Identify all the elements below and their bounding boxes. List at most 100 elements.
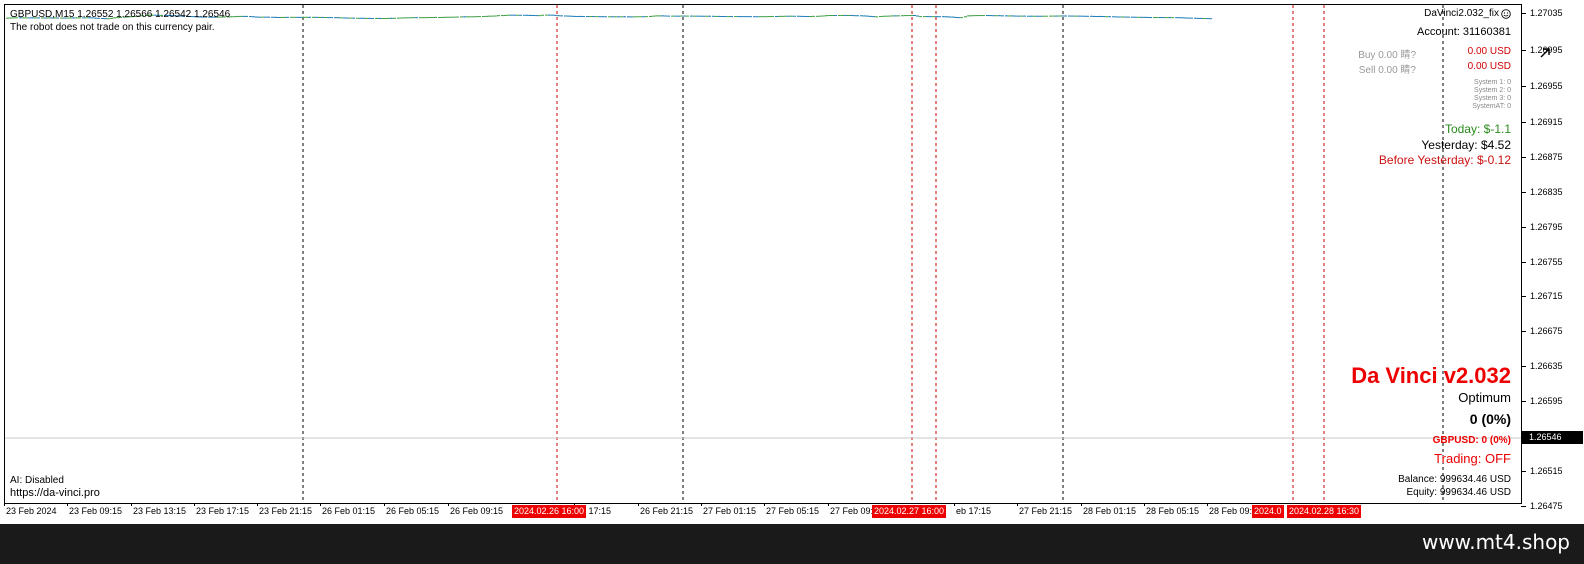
bear-candle <box>368 17 371 19</box>
bull-candle <box>1153 17 1156 19</box>
bear-candle <box>551 14 554 16</box>
time-axis[interactable]: 23 Feb 2024 23 Feb 09:15 23 Feb 13:15 23 Fe… <box>4 503 1520 521</box>
bull-candle <box>1033 15 1036 17</box>
bull-candle <box>384 18 387 20</box>
bear-candle <box>721 16 724 18</box>
bear-candle <box>674 15 677 17</box>
bear-candle <box>245 15 248 17</box>
time-label: 27 Feb 09: <box>830 506 874 516</box>
bear-candle <box>913 15 916 17</box>
time-label: 23 Feb 17:15 <box>196 506 250 516</box>
price-label: 1.26995 <box>1530 45 1563 55</box>
bear-candle <box>1011 15 1014 17</box>
bear-candle <box>249 16 252 18</box>
ea-name-label: DaVinci2.032_fix <box>1424 8 1511 19</box>
bull-candle <box>230 16 233 18</box>
bull-candle <box>671 15 674 17</box>
bull-candle <box>1171 17 1174 19</box>
bear-candle <box>853 15 856 17</box>
bear-candle <box>371 18 374 20</box>
bear-candle <box>756 16 759 18</box>
bull-candle <box>485 15 488 17</box>
price-tick <box>1521 157 1526 158</box>
bull-candle <box>715 15 718 17</box>
bear-candle <box>1090 15 1093 17</box>
time-tick <box>828 503 829 506</box>
bull-candle <box>831 15 834 17</box>
price-label: 1.26795 <box>1530 222 1563 232</box>
watermark: www.mt4.shop <box>1421 530 1570 554</box>
footer-bar: www.mt4.shop <box>0 524 1584 564</box>
bear-candle <box>1096 15 1099 17</box>
price-label: 1.26755 <box>1530 257 1563 267</box>
bull-candle <box>1042 15 1045 17</box>
bull-candle <box>504 14 507 16</box>
bull-candle <box>812 15 815 17</box>
bull-candle <box>891 15 894 17</box>
bull-candle <box>1045 15 1048 17</box>
bull-candle <box>595 16 598 18</box>
time-label: 27 Feb 05:15 <box>766 506 820 516</box>
bull-candle <box>932 16 935 18</box>
bear-candle <box>352 17 355 19</box>
bear-candle <box>390 17 393 19</box>
time-label: 27 Feb 01:15 <box>703 506 757 516</box>
bear-candle <box>296 16 299 18</box>
bear-candle <box>696 15 699 17</box>
bull-candle <box>1008 15 1011 17</box>
time-tick <box>1207 503 1208 506</box>
bull-candle <box>608 16 611 18</box>
bear-candle <box>513 14 516 16</box>
bear-candle <box>1175 17 1178 19</box>
time-tick <box>320 503 321 506</box>
time-highlight: 2024.02.27 16:00 <box>872 505 947 518</box>
bear-candle <box>463 16 466 18</box>
bull-candle <box>545 14 548 16</box>
time-label: 23 Feb 09:15 <box>69 506 123 516</box>
today-profit: Today: $-1.1 <box>1444 122 1511 136</box>
bull-candle <box>312 16 315 18</box>
bull-candle <box>973 15 976 17</box>
bear-candle <box>1162 17 1165 19</box>
price-tick <box>1521 506 1526 507</box>
system-at-status: SystemAT: 0 <box>1472 103 1511 110</box>
bear-candle <box>315 16 318 18</box>
bull-candle <box>970 15 973 17</box>
bear-candle <box>582 16 585 18</box>
bear-candle <box>617 16 620 18</box>
bull-candle <box>478 16 481 18</box>
bear-candle <box>775 16 778 18</box>
bear-candle <box>274 16 277 18</box>
bear-candle <box>894 15 897 17</box>
time-tick <box>257 503 258 506</box>
bear-candle <box>378 17 381 19</box>
price-label: 1.26915 <box>1530 117 1563 127</box>
bear-candle <box>334 17 337 19</box>
bear-candle <box>1017 15 1020 17</box>
time-label: 28 Feb 05:15 <box>1146 506 1200 516</box>
bear-candle <box>567 15 570 17</box>
price-label: 1.26955 <box>1530 81 1563 91</box>
price-axis[interactable]: 1.27035 1.26995 1.26955 1.26915 1.26875 1.268… <box>1521 4 1584 511</box>
chart-area[interactable]: GBPUSD,M15 1.26552 1.26566 1.26542 1.265… <box>4 4 1522 504</box>
bull-candle <box>982 15 985 17</box>
bear-candle <box>327 17 330 19</box>
time-label: 28 Feb 09: <box>1209 506 1253 516</box>
bear-candle <box>1206 18 1209 20</box>
bear-candle <box>753 16 756 18</box>
bull-candle <box>501 15 504 17</box>
bear-candle <box>1115 16 1118 18</box>
bear-candle <box>1055 15 1058 17</box>
yesterday-profit: Yesterday: $4.52 <box>1421 138 1511 152</box>
robot-note: The robot does not trade on this currenc… <box>10 22 215 33</box>
price-label: 1.27035 <box>1530 8 1563 18</box>
bear-candle <box>592 16 595 18</box>
bull-candle <box>261 16 264 18</box>
product-title: Da Vinci v2.032 <box>1351 363 1511 388</box>
bull-candle <box>879 16 882 18</box>
bull-candle <box>305 16 308 18</box>
bear-candle <box>749 16 752 18</box>
bear-candle <box>510 14 513 16</box>
bull-candle <box>658 15 661 17</box>
price-chart[interactable] <box>5 5 1521 503</box>
